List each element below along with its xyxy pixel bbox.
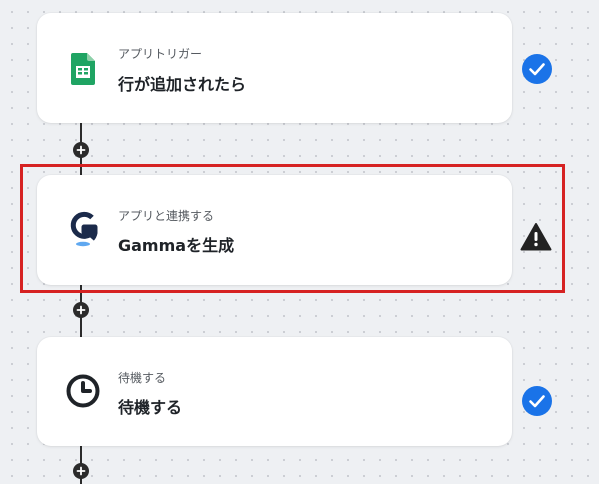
flow-step-card[interactable]: アプリと連携する Gammaを生成 <box>37 175 512 285</box>
add-step-button[interactable] <box>73 463 89 479</box>
flow-step-card[interactable]: アプリトリガー 行が追加されたら <box>37 13 512 123</box>
complete-check-icon <box>521 385 553 417</box>
gamma-logo-icon <box>65 211 101 247</box>
step-type-label: アプリトリガー <box>118 47 203 61</box>
add-step-button[interactable] <box>73 142 89 158</box>
step-type-label: 待機する <box>118 371 167 385</box>
complete-check-icon <box>521 53 553 85</box>
google-sheets-icon <box>65 51 101 87</box>
step-title: Gammaを生成 <box>118 236 235 255</box>
flow-step-card[interactable]: 待機する 待機する <box>37 337 512 446</box>
plus-icon <box>76 466 86 476</box>
step-title: 待機する <box>118 398 183 417</box>
add-step-button[interactable] <box>73 302 89 318</box>
step-type-label: アプリと連携する <box>118 209 215 223</box>
warning-icon <box>520 221 552 253</box>
clock-icon <box>65 373 101 409</box>
plus-icon <box>76 145 86 155</box>
plus-icon <box>76 305 86 315</box>
step-title: 行が追加されたら <box>118 75 247 94</box>
